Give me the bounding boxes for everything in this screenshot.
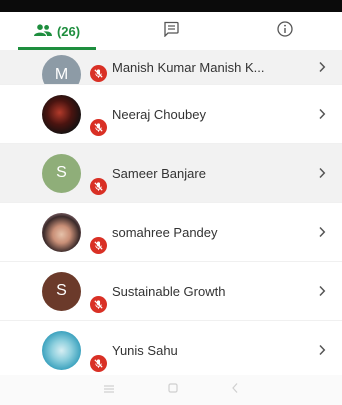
participant-name: Sustainable Growth — [112, 283, 226, 299]
mic-muted-icon — [90, 296, 107, 313]
participant-row[interactable]: somahree Pandey — [0, 203, 342, 262]
participant-list: M Manish Kumar Manish K... Neeraj Choube… — [0, 50, 342, 380]
participant-row[interactable]: M Manish Kumar Manish K... — [0, 50, 342, 85]
tab-chat[interactable] — [114, 12, 228, 50]
mic-muted-icon — [90, 355, 107, 372]
tab-bar: (26) — [0, 12, 342, 50]
chat-icon — [163, 21, 179, 42]
mic-muted-icon — [90, 178, 107, 195]
participant-row[interactable]: S Sameer Banjare — [0, 144, 342, 203]
info-icon — [277, 20, 293, 42]
participant-row[interactable]: S Sustainable Growth — [0, 262, 342, 321]
home-icon[interactable] — [167, 381, 179, 399]
mic-muted-icon — [90, 237, 107, 254]
avatar-initial: S — [56, 164, 67, 181]
avatar: S — [42, 271, 81, 311]
status-bar — [0, 0, 342, 12]
menu-icon[interactable] — [103, 381, 115, 399]
mic-muted-icon — [90, 119, 107, 136]
avatar-initial: M — [54, 65, 69, 83]
participant-name: somahree Pandey — [112, 224, 218, 240]
mic-muted-icon — [90, 65, 107, 82]
avatar-photo — [42, 212, 81, 252]
chevron-right-icon[interactable] — [302, 344, 342, 356]
avatar: M — [42, 55, 81, 84]
avatar-photo — [42, 94, 81, 134]
system-nav-bar — [0, 375, 342, 405]
chevron-right-icon[interactable] — [302, 226, 342, 238]
chevron-right-icon[interactable] — [302, 167, 342, 179]
avatar-initial: S — [56, 282, 67, 299]
participant-name: Sameer Banjare — [112, 165, 206, 181]
chevron-right-icon[interactable] — [302, 61, 342, 73]
participant-name: Neeraj Choubey — [112, 106, 206, 122]
tab-info[interactable] — [228, 12, 342, 50]
participant-name: Manish Kumar Manish K... — [112, 59, 265, 75]
people-icon — [33, 23, 52, 39]
chevron-right-icon[interactable] — [302, 285, 342, 297]
avatar-photo — [42, 330, 81, 370]
chevron-right-icon[interactable] — [302, 108, 342, 120]
participant-row[interactable]: Neeraj Choubey — [0, 85, 342, 144]
avatar: S — [42, 153, 81, 193]
participant-count: (26) — [56, 23, 81, 39]
tab-people[interactable]: (26) — [0, 12, 114, 50]
participant-row[interactable]: Yunis Sahu — [0, 321, 342, 380]
back-icon[interactable] — [231, 381, 239, 399]
participant-name: Yunis Sahu — [112, 342, 178, 358]
